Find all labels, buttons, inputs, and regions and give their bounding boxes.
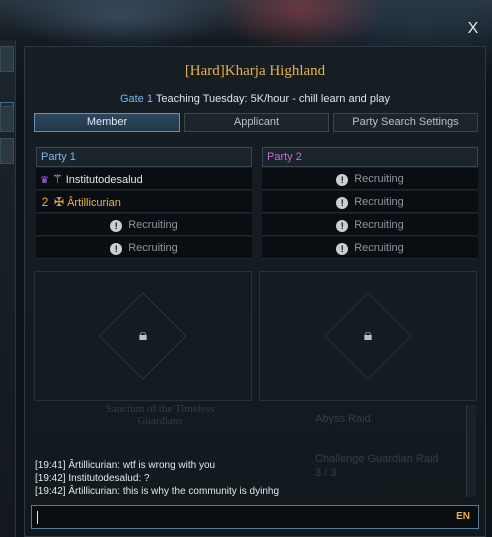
member-number: 2 <box>41 195 49 209</box>
chat-line: [19:42] Institutodesalud: ? <box>35 473 150 484</box>
leader-crown-icon: ♛ <box>40 175 49 186</box>
chat-speaker: Institutodesalud <box>68 473 139 484</box>
recruiting-label: Recruiting <box>354 242 404 254</box>
info-icon: ! <box>336 174 349 186</box>
chat-line: [19:42] Ârtillicurian: this is why the c… <box>35 486 280 497</box>
side-tab[interactable] <box>0 106 14 132</box>
recruiting-slot[interactable]: ! Recruiting <box>262 237 478 259</box>
chat-speaker: Ârtillicurian <box>68 460 118 471</box>
locked-party-slot: 🔒︎ <box>34 271 252 401</box>
chat-line: [19:41] Ârtillicurian: wtf is wrong with… <box>35 460 216 471</box>
party-member-row[interactable]: 2 ✠ Ârtillicurian <box>36 191 252 213</box>
lock-icon: 🔒︎ <box>363 327 373 344</box>
party-member-row[interactable]: ♛ ⚚ Institutodesalud <box>36 168 252 190</box>
recruiting-slot[interactable]: ! Recruiting <box>262 168 478 190</box>
description-text: Teaching Tuesday: 5K/hour - chill learn … <box>155 93 391 105</box>
recruiting-label: Recruiting <box>354 173 404 185</box>
text-caret <box>37 511 38 524</box>
tab-member[interactable]: Member <box>34 113 180 132</box>
tab-party-search-settings[interactable]: Party Search Settings <box>333 113 478 132</box>
info-icon: ! <box>336 243 349 255</box>
side-tab[interactable] <box>0 46 14 72</box>
lock-icon: 🔒︎ <box>138 327 148 344</box>
info-icon: ! <box>110 243 123 255</box>
recruiting-slot[interactable]: ! Recruiting <box>262 214 478 236</box>
background-raid-name: Sanctum of the Timeless Guardians <box>105 403 215 427</box>
info-icon: ! <box>336 220 349 232</box>
locked-party-slot: 🔒︎ <box>259 271 477 401</box>
chat-speaker: Ârtillicurian <box>68 486 118 497</box>
tab-bar: Member Applicant Party Search Settings <box>34 113 478 132</box>
info-icon: ! <box>110 220 123 232</box>
recruiting-label: Recruiting <box>354 219 404 231</box>
party-description: Gate 1 Teaching Tuesday: 5K/hour - chill… <box>25 93 485 105</box>
party-1-column: Party 1 ♛ ⚚ Institutodesalud 2 ✠ Ârtillicuri… <box>36 147 252 259</box>
chat-time: [19:42] <box>35 486 66 497</box>
background-content: Sanctum of the Timeless Guardians Abyss … <box>35 403 479 479</box>
side-tab[interactable] <box>0 138 14 164</box>
recruiting-label: Recruiting <box>354 196 404 208</box>
recruiting-label: Recruiting <box>128 242 178 254</box>
chat-scrollbar[interactable] <box>466 405 476 497</box>
chat-message: wtf is wrong with you <box>122 460 216 471</box>
class-emblem-icon: ⚚ <box>51 172 63 186</box>
party-2-column: Party 2 ! Recruiting ! Recruiting ! Recruit… <box>262 147 478 259</box>
party-2-header: Party 2 <box>262 147 478 167</box>
member-name: Ârtillicurian <box>67 197 121 209</box>
chat-input[interactable]: EN <box>31 505 479 529</box>
recruiting-slot[interactable]: ! Recruiting <box>262 191 478 213</box>
recruiting-label: Recruiting <box>128 219 178 231</box>
tab-applicant[interactable]: Applicant <box>184 113 329 132</box>
input-language-indicator[interactable]: EN <box>456 511 470 522</box>
chat-log: [19:41] Ârtillicurian: wtf is wrong with… <box>35 459 467 498</box>
recruiting-slot[interactable]: ! Recruiting <box>36 237 252 259</box>
chat-time: [19:42] <box>35 473 66 484</box>
party-window: [Hard]Kharja Highland Gate 1 Teaching Tu… <box>24 46 486 537</box>
party-1-header: Party 1 <box>36 147 252 167</box>
party-title: [Hard]Kharja Highland <box>184 63 326 79</box>
chat-message: ? <box>144 473 150 484</box>
class-emblem-icon: ✠ <box>54 195 65 209</box>
chat-message: this is why the community is dyinhg <box>122 486 280 497</box>
recruiting-slot[interactable]: ! Recruiting <box>36 214 252 236</box>
member-name: Institutodesalud <box>65 174 143 186</box>
close-button[interactable]: X <box>462 18 484 40</box>
left-side-panel: ▶ <box>0 40 16 537</box>
chat-time: [19:41] <box>35 460 66 471</box>
gate-label: Gate 1 <box>119 93 153 105</box>
info-icon: ! <box>336 197 349 209</box>
background-raid-type: Abyss Raid <box>315 413 371 425</box>
